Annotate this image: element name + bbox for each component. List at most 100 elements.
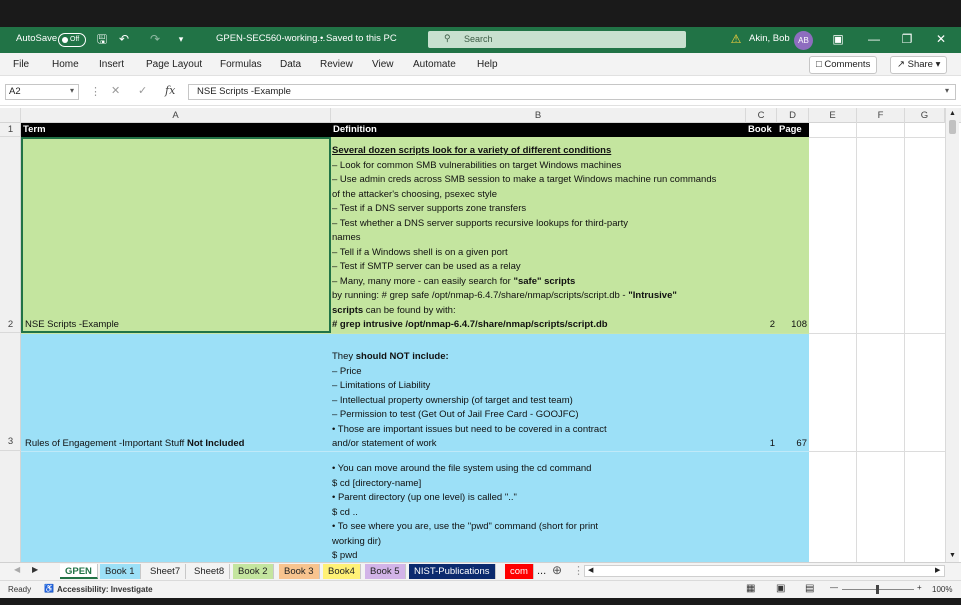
- sheet-tab-nist-publications[interactable]: NIST-Publications: [409, 564, 496, 579]
- menu-automate[interactable]: Automate: [413, 59, 456, 70]
- zoom-slider-thumb[interactable]: [876, 585, 879, 594]
- sheet-tab-book3[interactable]: Book 3: [279, 564, 320, 579]
- page-break-view-icon[interactable]: ▤: [805, 583, 814, 594]
- avatar[interactable]: AB: [794, 31, 813, 50]
- cell-d1[interactable]: Page: [777, 123, 809, 137]
- zoom-level[interactable]: 100%: [932, 585, 952, 594]
- minimize-icon[interactable]: —: [867, 32, 881, 46]
- zoom-slider[interactable]: [842, 585, 914, 594]
- tab-scroll-right-icon[interactable]: ▶: [32, 565, 38, 574]
- undo-icon[interactable]: ↶: [117, 32, 131, 46]
- name-box-dropdown-icon[interactable]: ▾: [70, 86, 74, 95]
- close-icon[interactable]: ✕: [934, 32, 948, 46]
- tab-scroll-left-icon[interactable]: ◀: [14, 565, 20, 574]
- menu-review[interactable]: Review: [320, 59, 353, 70]
- definition-line: – Intellectual property ownership (of ta…: [332, 394, 573, 406]
- cell-d2[interactable]: 108: [777, 318, 807, 333]
- row-header-3[interactable]: 3: [0, 333, 21, 451]
- document-title[interactable]: GPEN-SEC560-working...: [216, 33, 325, 44]
- warning-icon[interactable]: ⚠: [729, 32, 743, 46]
- customize-toolbar-icon[interactable]: ▾: [174, 32, 188, 46]
- column-header-b[interactable]: B: [331, 108, 746, 123]
- menu-formulas[interactable]: Formulas: [220, 59, 262, 70]
- row-header-2[interactable]: 2: [0, 137, 21, 333]
- ribbon-display-icon[interactable]: ▣: [831, 32, 845, 46]
- sheet-tab-book1[interactable]: Book 1: [100, 564, 141, 579]
- column-header-f[interactable]: F: [857, 108, 905, 123]
- search-box[interactable]: ⚲ Search: [428, 31, 686, 48]
- definition-line: – Test if SMTP server can be used as a r…: [332, 261, 521, 272]
- cell-a1[interactable]: Term: [21, 123, 331, 137]
- normal-view-icon[interactable]: ▦: [746, 583, 755, 594]
- formula-input[interactable]: NSE Scripts -Example: [188, 84, 956, 100]
- menu-data[interactable]: Data: [280, 59, 301, 70]
- accessibility-status[interactable]: Accessibility: Investigate: [57, 585, 153, 594]
- menu-view[interactable]: View: [372, 59, 394, 70]
- expand-formula-bar-icon[interactable]: ▾: [945, 86, 949, 95]
- tab-split-handle[interactable]: ⋮: [573, 564, 584, 577]
- insert-function-icon[interactable]: fx: [165, 84, 175, 97]
- name-box[interactable]: A2: [5, 84, 79, 100]
- column-header-e[interactable]: E: [809, 108, 857, 123]
- cell-d3[interactable]: 67: [777, 437, 807, 452]
- sheet-tab-sheet7[interactable]: Sheet7: [145, 564, 187, 579]
- cell-b3[interactable]: They should NOT include: – Price – Limit…: [332, 350, 746, 452]
- cell-a3[interactable]: Rules of Engagement -Important Stuff Not…: [25, 437, 244, 452]
- scroll-down-icon[interactable]: ▼: [949, 552, 956, 559]
- vertical-scrollbar[interactable]: ▲ ▼: [945, 108, 959, 564]
- save-icon[interactable]: 🖫: [95, 32, 109, 46]
- restore-icon[interactable]: ❐: [900, 32, 914, 46]
- menu-home[interactable]: Home: [52, 59, 79, 70]
- formula-bar-menu-icon[interactable]: ⋮: [90, 85, 101, 98]
- cell-b2[interactable]: Several dozen scripts look for a variety…: [332, 144, 746, 333]
- cell-c3[interactable]: 1: [746, 437, 775, 452]
- cell-b4[interactable]: • You can move around the file system us…: [332, 462, 746, 563]
- column-header-d[interactable]: D: [777, 108, 809, 123]
- text-run-bold: Not Included: [186, 438, 245, 449]
- zoom-in-icon[interactable]: +: [917, 583, 922, 592]
- cell-c1[interactable]: Book: [746, 123, 777, 137]
- autosave-label: AutoSave: [16, 33, 58, 44]
- scroll-left-icon[interactable]: ◀: [588, 566, 593, 574]
- autosave-toggle[interactable]: Off: [58, 33, 86, 47]
- sheet-tab-sheet8[interactable]: Sheet8: [189, 564, 231, 579]
- sheet-tab-gpen[interactable]: GPEN: [60, 564, 98, 579]
- row-header-1[interactable]: 1: [0, 123, 21, 137]
- scroll-up-icon[interactable]: ▲: [949, 110, 956, 117]
- scroll-right-icon[interactable]: ▶: [935, 566, 940, 574]
- column-header-c[interactable]: C: [746, 108, 777, 123]
- column-header-g[interactable]: G: [905, 108, 945, 123]
- redo-icon[interactable]: ↷: [148, 32, 162, 46]
- sheet-tab-book2[interactable]: Book 2: [233, 564, 274, 579]
- definition-line: $ cd [directory-name]: [332, 477, 422, 489]
- sheet-tab-book5[interactable]: Book 5: [365, 564, 406, 579]
- definition-line: – Limitations of Liability: [332, 380, 431, 391]
- sheet-tab-com[interactable]: com: [505, 564, 534, 579]
- cancel-icon[interactable]: ✕: [111, 84, 120, 97]
- comments-button[interactable]: □ Comments: [809, 56, 878, 74]
- column-header-a[interactable]: A: [21, 108, 331, 123]
- empty-cells[interactable]: [809, 123, 945, 563]
- share-button[interactable]: ↗ Share ▾: [890, 56, 948, 74]
- accessibility-icon[interactable]: ♿: [44, 584, 54, 593]
- menu-insert[interactable]: Insert: [99, 59, 124, 70]
- saved-status[interactable]: • Saved to this PC: [320, 33, 397, 44]
- h-scroll-thumb[interactable]: [598, 568, 928, 574]
- enter-icon[interactable]: ✓: [138, 84, 147, 97]
- user-name[interactable]: Akin, Bob: [749, 33, 790, 44]
- page-layout-view-icon[interactable]: ▣: [776, 583, 785, 594]
- menu-file[interactable]: File: [13, 59, 29, 70]
- menu-page-layout[interactable]: Page Layout: [146, 59, 202, 70]
- horizontal-scrollbar[interactable]: ◀ ▶: [584, 565, 945, 577]
- zoom-out-icon[interactable]: —: [830, 583, 838, 592]
- scroll-thumb[interactable]: [949, 120, 956, 134]
- add-sheet-icon[interactable]: ⊕: [552, 563, 562, 577]
- screen-bottom-band: [0, 598, 961, 605]
- sheet-tab-book4[interactable]: Book4: [323, 564, 361, 579]
- more-tabs[interactable]: ...: [537, 565, 546, 577]
- cell-b1[interactable]: Definition: [331, 123, 746, 137]
- select-all-corner[interactable]: [0, 108, 21, 123]
- cell-c2[interactable]: 2: [746, 318, 775, 333]
- row-headers: 1 2 3: [0, 123, 21, 563]
- menu-help[interactable]: Help: [477, 59, 498, 70]
